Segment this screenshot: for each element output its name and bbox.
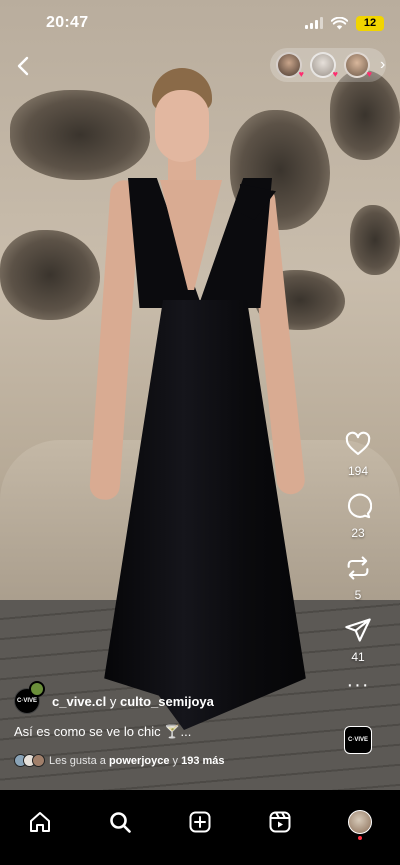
author-names: c_vive.cl y culto_semijoya [52, 694, 214, 709]
comment-button[interactable]: 23 [344, 492, 372, 540]
nav-home[interactable] [18, 802, 62, 842]
author-avatar[interactable]: C·VIVE [14, 681, 45, 714]
signal-icon [305, 17, 323, 29]
like-count: 194 [347, 464, 369, 478]
search-icon [110, 812, 131, 833]
friend-avatar: ♥ [276, 52, 304, 79]
status-bar: 20:47 12 [0, 0, 400, 46]
reels-icon [269, 811, 291, 833]
share-count: 41 [351, 650, 365, 664]
comment-bubble-icon [347, 493, 372, 519]
more-options-button[interactable]: ··· [346, 674, 370, 696]
heart-badge-icon: ♥ [332, 69, 338, 79]
wall-hole [330, 70, 400, 160]
battery-indicator: 12 [356, 15, 384, 31]
home-icon [30, 812, 50, 832]
author-primary[interactable]: c_vive.cl [52, 694, 106, 709]
back-button[interactable] [12, 54, 36, 78]
nav-create[interactable] [178, 802, 222, 842]
repost-count: 5 [354, 588, 362, 602]
liker-avatar [32, 754, 45, 767]
author-row[interactable]: C·VIVE c_vive.cl y culto_semijoya [14, 681, 214, 714]
more-dots-icon: ··· [346, 674, 370, 696]
heart-badge-icon: ♥ [298, 69, 304, 79]
likes-prefix: Les gusta a [49, 754, 106, 767]
action-rail: 194 23 5 41 ··· C·VIVE [330, 430, 386, 754]
face [155, 90, 209, 162]
status-time: 20:47 [46, 14, 89, 31]
friend-avatar: ♥ [310, 52, 338, 79]
wall-hole [350, 205, 400, 275]
comment-count: 23 [351, 526, 365, 540]
liked-by-friends-pill[interactable]: ♥ ♥ ♥ › [270, 48, 386, 82]
repost-icon [347, 556, 369, 580]
chevron-left-icon [17, 56, 29, 76]
like-button[interactable]: 194 [344, 430, 372, 478]
friend-avatar: ♥ [344, 52, 372, 79]
repost-button[interactable]: 5 [344, 554, 372, 602]
model-figure [88, 60, 310, 750]
bottom-nav [0, 790, 400, 865]
chevron-right-icon: › [380, 56, 386, 73]
nav-search[interactable] [98, 802, 142, 842]
plus-square-icon [189, 811, 211, 833]
likes-others[interactable]: 193 más [181, 755, 224, 767]
likes-connector: y [172, 754, 179, 767]
nav-profile[interactable] [338, 802, 382, 842]
heart-icon [345, 431, 371, 455]
status-icons: 12 [305, 15, 384, 31]
wifi-icon [331, 16, 348, 29]
liker-avatars [14, 754, 45, 767]
heart-badge-icon: ♥ [366, 69, 372, 79]
liked-by-row[interactable]: Les gusta a powerjoyce y 193 más [14, 754, 225, 767]
nav-reels[interactable] [258, 802, 302, 842]
likes-user[interactable]: powerjoyce [109, 755, 170, 767]
notification-dot [358, 836, 362, 840]
likes-text: Les gusta a powerjoyce y 193 más [49, 755, 225, 767]
collab-avatar [29, 681, 45, 697]
author-avatar-label: C·VIVE [16, 698, 37, 704]
author-connector: y [109, 693, 117, 709]
audio-brand-tile[interactable]: C·VIVE [344, 726, 372, 754]
share-button[interactable]: 41 [344, 616, 372, 664]
wall-hole [0, 230, 100, 320]
profile-avatar [348, 810, 372, 834]
author-secondary[interactable]: culto_semijoya [120, 694, 214, 709]
reel-caption[interactable]: Así es como se ve lo chic 🍸... [14, 724, 191, 740]
paper-plane-icon [345, 618, 371, 642]
